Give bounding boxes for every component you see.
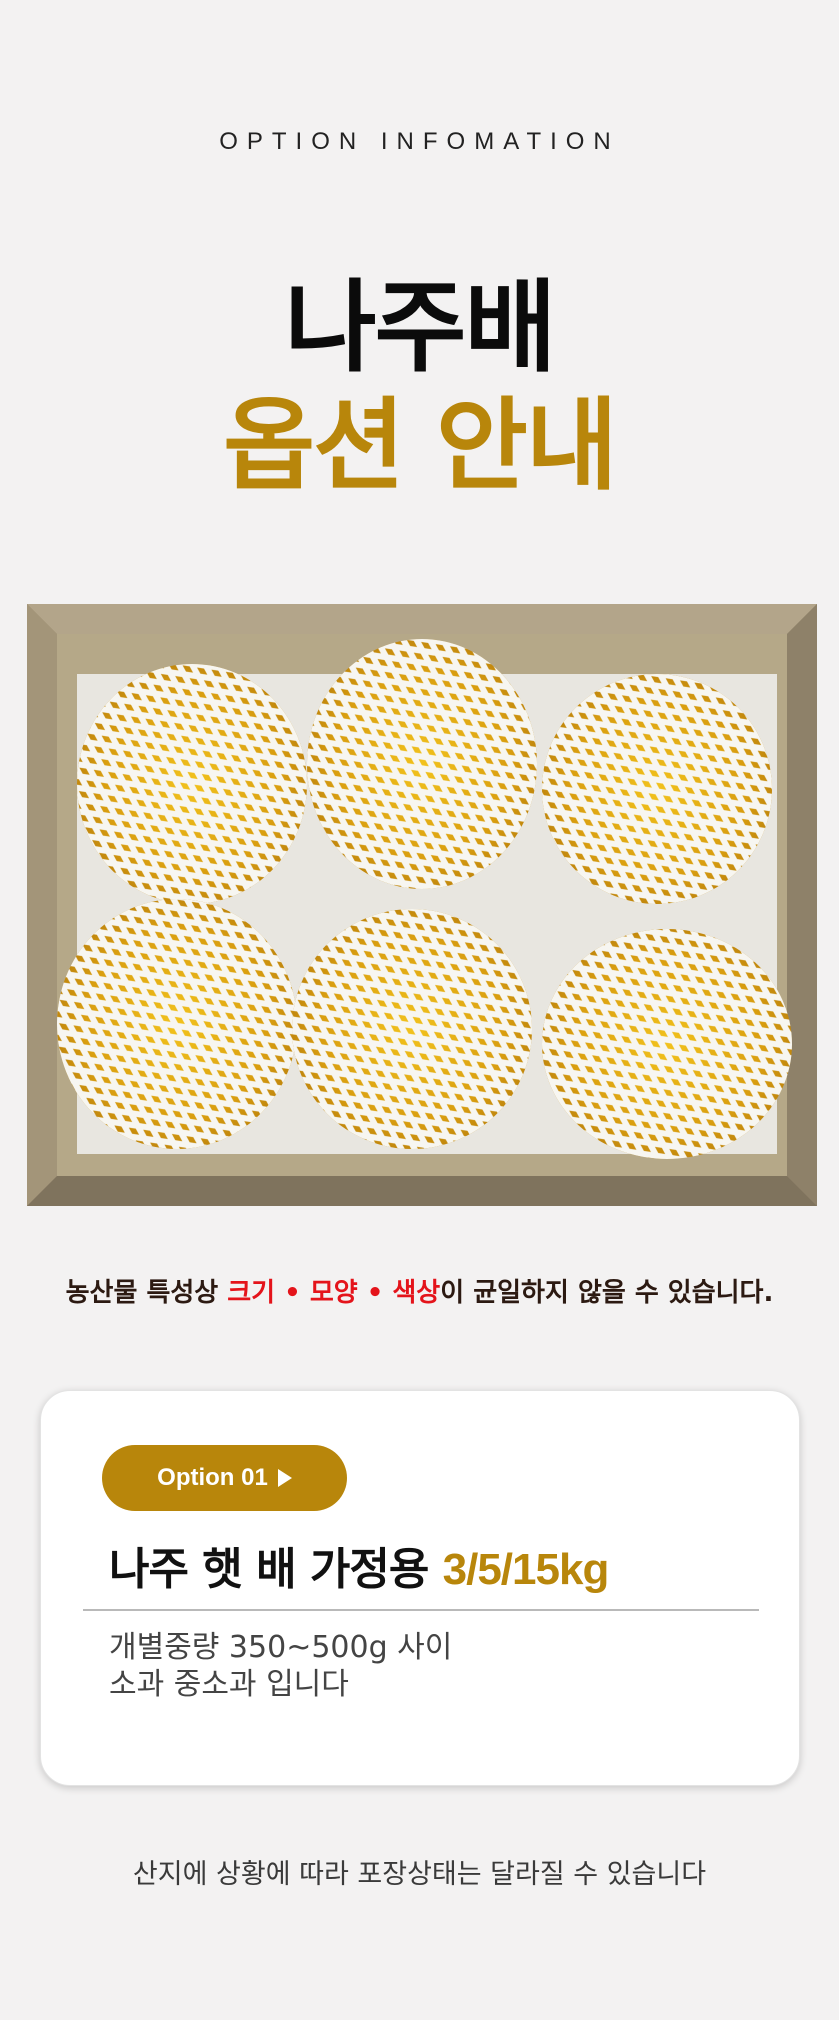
option-description: 개별중량 350~500g 사이 소과 중소과 입니다 — [109, 1629, 452, 1703]
option-info-eyebrow: OPTION INFOMATION — [219, 128, 620, 155]
pears-in-box-image — [27, 604, 817, 1206]
option-desc-line-1: 개별중량 350~500g 사이 — [109, 1630, 453, 1665]
pear-6 — [542, 929, 792, 1159]
play-triangle-icon — [277, 1469, 292, 1487]
divider — [83, 1609, 759, 1611]
option-card: Option 01 나주 햇 배 가정용 3/5/15kg 개별중량 350~5… — [40, 1390, 800, 1786]
pear-5 — [292, 909, 532, 1149]
page-title: 나주배 — [284, 269, 557, 386]
pear-3 — [542, 674, 772, 904]
packaging-notice: 산지에 상황에 따라 포장상태는 달라질 수 있습니다 — [132, 1859, 707, 1890]
option-pill-label: Option 01 — [157, 1464, 268, 1491]
notice-prefix: 농산물 특성상 — [65, 1278, 228, 1308]
page-subtitle: 옵션 안내 — [223, 387, 618, 504]
pear-1 — [77, 664, 307, 904]
option-pill[interactable]: Option 01 — [102, 1445, 347, 1511]
option-weight: 3/5/15kg — [442, 1545, 610, 1594]
notice-suffix: 이 균일하지 않을 수 있습니다. — [440, 1278, 774, 1308]
option-desc-line-2: 소과 중소과 입니다 — [109, 1667, 349, 1702]
option-name: 나주 햇 배 가정용 3/5/15kg — [109, 1533, 610, 1597]
pear-2 — [307, 639, 537, 889]
uniformity-notice: 농산물 특성상 크기 • 모양 • 색상이 균일하지 않을 수 있습니다. — [0, 1272, 839, 1309]
pear-4 — [57, 899, 297, 1149]
option-product-name: 나주 햇 배 가정용 — [109, 1544, 443, 1595]
product-photo — [27, 604, 817, 1206]
notice-highlight: 크기 • 모양 • 색상 — [227, 1278, 441, 1308]
